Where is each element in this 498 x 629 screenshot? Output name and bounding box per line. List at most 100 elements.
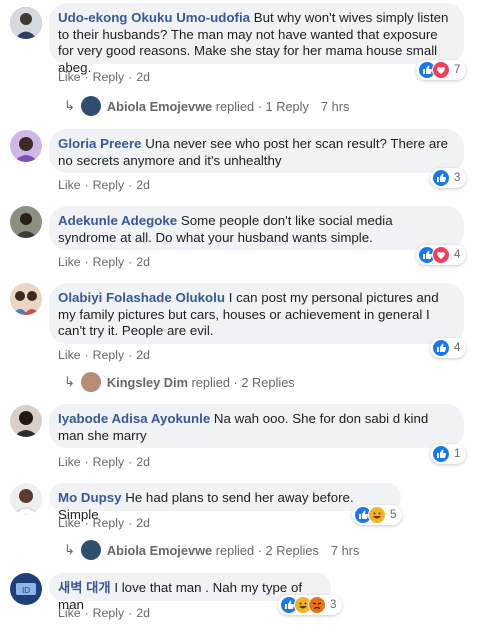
- reply-link[interactable]: Reply: [93, 70, 124, 84]
- comment-author[interactable]: Iyabode Adisa Ayokunle: [58, 411, 210, 426]
- separator: ·: [84, 455, 89, 469]
- like-link[interactable]: Like: [58, 348, 81, 362]
- comment-author[interactable]: Olabiyi Folashade Olukolu: [58, 290, 225, 305]
- reaction-count: 7: [454, 64, 461, 76]
- avatar[interactable]: [10, 283, 42, 315]
- avatar[interactable]: [10, 483, 42, 515]
- view-replies-link[interactable]: ↳ Abiola Emojevwe replied · 1 Reply 7 hr…: [64, 96, 349, 116]
- haha-icon: [368, 506, 386, 524]
- timestamp[interactable]: 2d: [136, 455, 150, 469]
- love-icon: [432, 61, 450, 79]
- avatar[interactable]: ID: [10, 573, 42, 605]
- comment-bubble: Adekunle Adegoke Some people don't like …: [49, 206, 464, 250]
- reaction-summary[interactable]: 1: [430, 444, 467, 464]
- like-link[interactable]: Like: [58, 455, 81, 469]
- like-link[interactable]: Like: [58, 516, 81, 530]
- like-icon: [432, 169, 450, 187]
- comment-actions: Like · Reply · 2d: [58, 255, 150, 269]
- like-link[interactable]: Like: [58, 70, 81, 84]
- reply-action: replied: [215, 98, 255, 114]
- avatar[interactable]: [10, 130, 42, 162]
- comment-actions: Like · Reply · 2d: [58, 70, 150, 84]
- separator: ·: [84, 606, 89, 620]
- view-replies-link[interactable]: ↳ Abiola Emojevwe replied · 2 Replies 7 …: [64, 540, 359, 560]
- reply-avatar: [80, 540, 101, 560]
- separator: ·: [84, 348, 89, 362]
- avatar[interactable]: [10, 206, 42, 238]
- separator: ·: [128, 255, 133, 269]
- comment-actions: Like · Reply · 2d: [58, 178, 150, 192]
- separator: ·: [128, 70, 133, 84]
- reply-author: Abiola Emojevwe: [106, 542, 213, 558]
- timestamp[interactable]: 2d: [136, 255, 150, 269]
- reaction-summary[interactable]: 7: [416, 60, 467, 80]
- comment-author[interactable]: Adekunle Adegoke: [58, 213, 177, 228]
- comment-actions: Like · Reply · 2d: [58, 516, 150, 530]
- separator: ·: [84, 70, 89, 84]
- reply-author: Kingsley Dim: [106, 374, 188, 390]
- comment-author[interactable]: Gloria Preere: [58, 136, 142, 151]
- comment-bubble: Iyabode Adisa Ayokunle Na wah ooo. She f…: [49, 404, 464, 448]
- reply-link[interactable]: Reply: [93, 178, 124, 192]
- like-link[interactable]: Like: [58, 606, 81, 620]
- separator: ·: [128, 178, 133, 192]
- like-link[interactable]: Like: [58, 255, 81, 269]
- reply-link[interactable]: Reply: [93, 516, 124, 530]
- separator: ·: [128, 606, 133, 620]
- reaction-count: 3: [330, 599, 337, 611]
- reply-link[interactable]: Reply: [93, 455, 124, 469]
- reply-count: 2 Replies: [241, 374, 295, 390]
- reply-dot: ·: [257, 98, 262, 114]
- reaction-count: 1: [454, 448, 461, 460]
- reply-avatar: [80, 372, 101, 392]
- reply-link[interactable]: Reply: [93, 348, 124, 362]
- comment-bubble: Udo-ekong Okuku Umo-udofia But why won't…: [49, 3, 464, 75]
- comment-author[interactable]: Udo-ekong Okuku Umo-udofia: [58, 10, 250, 25]
- view-replies-link[interactable]: ↳ Kingsley Dim replied · 2 Replies: [64, 372, 295, 392]
- reply-arrow-icon: ↳: [64, 98, 75, 113]
- comment-actions: Like · Reply · 2d: [58, 606, 150, 620]
- like-icon: [432, 445, 450, 463]
- reply-time: 7 hrs: [320, 98, 350, 114]
- reaction-count: 3: [454, 172, 461, 184]
- separator: ·: [84, 178, 89, 192]
- reply-action: replied: [215, 542, 255, 558]
- separator: ·: [128, 348, 133, 362]
- comment-author[interactable]: 새벽 대개: [58, 580, 111, 595]
- timestamp[interactable]: 2d: [136, 178, 150, 192]
- comment-bubble: Gloria Preere Una never see who post her…: [49, 129, 464, 173]
- reply-link[interactable]: Reply: [93, 255, 124, 269]
- reaction-summary[interactable]: 4: [416, 245, 467, 265]
- timestamp[interactable]: 2d: [136, 516, 150, 530]
- reply-count: 2 Replies: [265, 542, 319, 558]
- reply-avatar: [80, 96, 101, 116]
- timestamp[interactable]: 2d: [136, 348, 150, 362]
- like-link[interactable]: Like: [58, 178, 81, 192]
- reply-time: 7 hrs: [330, 542, 360, 558]
- svg-text:ID: ID: [22, 586, 30, 595]
- timestamp[interactable]: 2d: [136, 70, 150, 84]
- separator: ·: [128, 455, 133, 469]
- reply-dot: ·: [233, 374, 238, 390]
- reaction-summary[interactable]: 3: [278, 595, 343, 615]
- reaction-count: 4: [454, 249, 461, 261]
- separator: ·: [128, 516, 133, 530]
- timestamp[interactable]: 2d: [136, 606, 150, 620]
- separator: ·: [84, 516, 89, 530]
- reply-count: 1 Reply: [265, 98, 309, 114]
- comment-actions: Like · Reply · 2d: [58, 455, 150, 469]
- reaction-summary[interactable]: 3: [430, 168, 467, 188]
- comment-author[interactable]: Mo Dupsy: [58, 490, 122, 505]
- avatar[interactable]: [10, 405, 42, 437]
- reaction-count: 4: [454, 342, 461, 354]
- reply-arrow-icon: ↳: [64, 542, 75, 557]
- love-icon: [432, 246, 450, 264]
- avatar[interactable]: [10, 7, 42, 39]
- comment-bubble: Mo Dupsy He had plans to send her away b…: [49, 483, 401, 522]
- reply-link[interactable]: Reply: [93, 606, 124, 620]
- angry-icon: [308, 596, 326, 614]
- reply-action: replied: [191, 374, 230, 390]
- reply-dot: ·: [257, 542, 262, 558]
- reaction-summary[interactable]: 4: [430, 338, 467, 358]
- reaction-summary[interactable]: 5: [352, 505, 403, 525]
